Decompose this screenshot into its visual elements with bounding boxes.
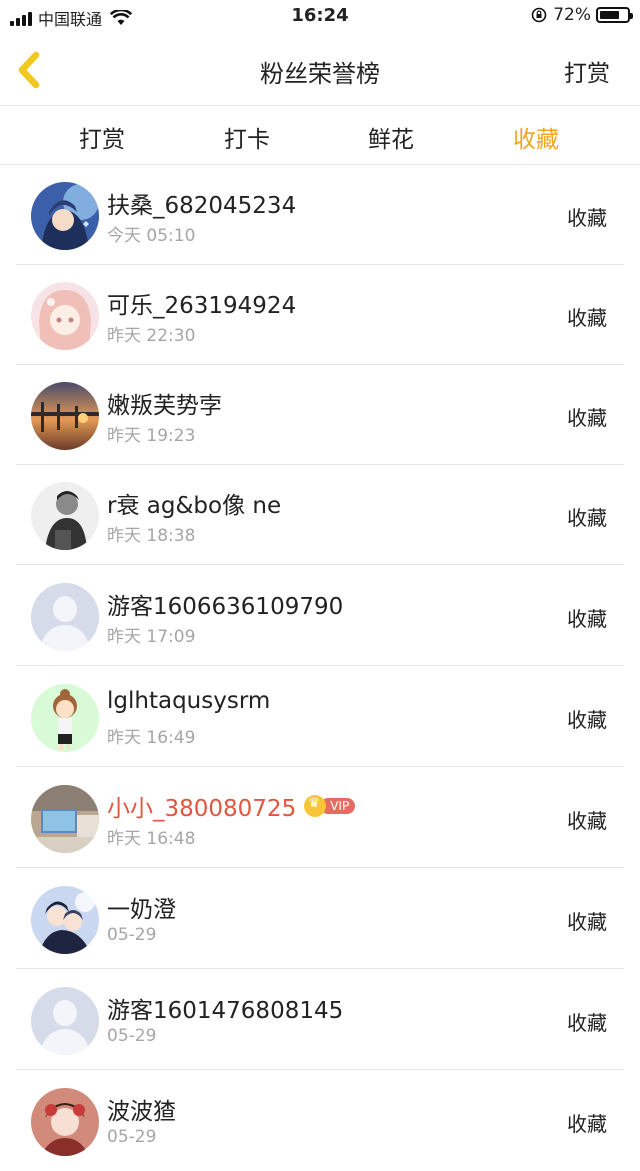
battery-percent: 72% xyxy=(553,5,591,25)
fan-time: 昨天 17:09 xyxy=(107,627,196,647)
avatar-placeholder[interactable] xyxy=(31,583,99,651)
tab-checkin[interactable]: 打卡 xyxy=(187,120,307,154)
fan-name: 小小_380080725 VIP xyxy=(107,789,356,823)
fan-name: 可乐_263194924 xyxy=(107,293,297,319)
list-item[interactable]: 一奶澄 05-29 收藏 xyxy=(16,869,624,969)
list-item[interactable]: r衰 ag&bo像 ne 昨天 18:38 收藏 xyxy=(16,465,624,565)
reward-button[interactable]: 打赏 xyxy=(564,54,610,88)
fan-name: 扶桑_682045234 xyxy=(107,193,297,219)
record-type: 收藏 xyxy=(567,1112,607,1136)
fan-time: 昨天 18:38 xyxy=(107,526,196,546)
tab-bar: 打赏 打卡 鲜花 收藏 xyxy=(0,106,640,165)
avatar[interactable] xyxy=(31,886,99,954)
list-item[interactable]: 波波猹 05-29 收藏 xyxy=(16,1071,624,1171)
list-item[interactable]: 小小_380080725 VIP 昨天 16:48 收藏 xyxy=(16,768,624,868)
list-item[interactable]: lglhtaqusysrm 昨天 16:49 收藏 xyxy=(16,667,624,767)
nav-bar: 粉丝荣誉榜 打赏 xyxy=(0,36,640,106)
avatar-placeholder[interactable] xyxy=(31,987,99,1055)
avatar[interactable] xyxy=(31,282,99,350)
rotation-lock-icon xyxy=(531,7,547,23)
fan-name: 游客1606636109790 xyxy=(107,594,344,620)
record-type: 收藏 xyxy=(567,1011,607,1035)
fan-time: 05-29 xyxy=(107,1127,157,1147)
list-item[interactable]: 游客1601476808145 05-29 收藏 xyxy=(16,970,624,1070)
avatar[interactable] xyxy=(31,182,99,250)
fan-name: lglhtaqusysrm xyxy=(107,688,271,714)
fan-time: 昨天 22:30 xyxy=(107,326,196,346)
fan-name: 波波猹 xyxy=(107,1099,176,1125)
page-title: 粉丝荣誉榜 xyxy=(260,60,380,88)
avatar[interactable] xyxy=(31,382,99,450)
avatar[interactable] xyxy=(31,482,99,550)
fan-name-text: 小小_380080725 xyxy=(107,796,297,822)
record-type: 收藏 xyxy=(567,506,607,530)
fan-time: 昨天 19:23 xyxy=(107,426,196,446)
list-item[interactable]: 可乐_263194924 昨天 22:30 收藏 xyxy=(16,265,624,365)
tab-favorites[interactable]: 收藏 xyxy=(476,120,596,154)
fan-time: 05-29 xyxy=(107,1026,157,1046)
fan-name: 游客1601476808145 xyxy=(107,998,344,1024)
fan-name: r衰 ag&bo像 ne xyxy=(107,493,282,519)
record-type: 收藏 xyxy=(567,406,607,430)
fan-name: 一奶澄 xyxy=(107,897,176,923)
avatar[interactable] xyxy=(31,684,99,752)
default-user-icon xyxy=(53,1000,77,1026)
status-right: 72% xyxy=(531,5,633,25)
battery-icon xyxy=(596,7,633,23)
crown-icon xyxy=(304,795,327,817)
record-type: 收藏 xyxy=(567,206,607,230)
record-type: 收藏 xyxy=(567,607,607,631)
fan-time: 05-29 xyxy=(107,925,157,945)
record-type: 收藏 xyxy=(567,910,607,934)
avatar[interactable] xyxy=(31,1088,99,1156)
fan-time: 今天 05:10 xyxy=(107,226,196,246)
list-item[interactable]: 扶桑_682045234 今天 05:10 收藏 xyxy=(16,165,624,265)
tab-flowers[interactable]: 鲜花 xyxy=(331,120,451,154)
fan-name: 嫩叛芙势孛 xyxy=(107,393,222,419)
tab-reward[interactable]: 打赏 xyxy=(42,120,162,154)
status-bar: 中国联通 16:24 72% xyxy=(0,0,640,36)
avatar[interactable] xyxy=(31,785,99,853)
fan-time: 昨天 16:48 xyxy=(107,829,196,849)
default-user-icon xyxy=(53,596,77,622)
list-item[interactable]: 嫩叛芙势孛 昨天 19:23 收藏 xyxy=(16,365,624,465)
vip-badge: VIP xyxy=(304,795,356,817)
fan-time: 昨天 16:49 xyxy=(107,728,196,748)
record-type: 收藏 xyxy=(567,306,607,330)
record-type: 收藏 xyxy=(567,809,607,833)
record-type: 收藏 xyxy=(567,708,607,732)
list-item[interactable]: 游客1606636109790 昨天 17:09 收藏 xyxy=(16,566,624,666)
